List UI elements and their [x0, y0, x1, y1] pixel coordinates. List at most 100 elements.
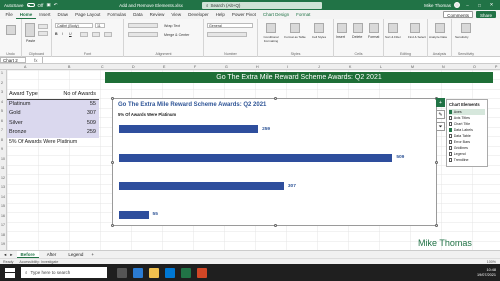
- resize-handle[interactable]: [435, 224, 438, 227]
- edge-icon[interactable]: [133, 267, 143, 278]
- next-sheet-icon[interactable]: ▸: [10, 252, 12, 258]
- bold-icon[interactable]: B: [55, 32, 58, 36]
- close-icon[interactable]: ✕: [487, 2, 496, 8]
- task-view-icon[interactable]: [117, 267, 127, 278]
- italic-icon[interactable]: I: [62, 32, 63, 36]
- resize-handle[interactable]: [274, 224, 277, 227]
- checkbox[interactable]: [449, 110, 453, 114]
- sensitivity-icon[interactable]: [461, 23, 471, 33]
- paste-icon[interactable]: [25, 23, 35, 37]
- col-p[interactable]: P: [495, 65, 497, 69]
- format-cells-icon[interactable]: [369, 23, 379, 33]
- row-17[interactable]: 17: [1, 223, 5, 227]
- row-18[interactable]: 18: [1, 233, 5, 237]
- format-as-table-icon[interactable]: [290, 23, 300, 33]
- row-12[interactable]: 12: [1, 176, 5, 180]
- windows-start-icon[interactable]: [5, 267, 15, 278]
- chart-element-trendline[interactable]: Trendline: [449, 157, 485, 163]
- data-label-silver[interactable]: 509: [396, 155, 404, 160]
- tab-format[interactable]: Format: [293, 10, 314, 19]
- fill-color-icon[interactable]: [92, 32, 100, 37]
- row-13[interactable]: 13: [1, 185, 5, 189]
- align-bottom-icons[interactable]: [128, 32, 158, 37]
- col-m[interactable]: M: [411, 65, 414, 69]
- chart-subtitle[interactable]: 5% Of Awards Were Platinum: [118, 112, 176, 117]
- system-tray[interactable]: 10:48 19/07/2021: [477, 268, 500, 278]
- resize-handle[interactable]: [274, 97, 277, 100]
- delete-cells-icon[interactable]: [353, 23, 363, 33]
- col-j[interactable]: J: [318, 65, 320, 69]
- number-format-icons[interactable]: [207, 32, 247, 37]
- col-o[interactable]: O: [473, 65, 476, 69]
- wrap-text-button[interactable]: Wrap Text: [164, 24, 180, 28]
- font-color-icon[interactable]: [104, 32, 112, 37]
- checkbox[interactable]: [449, 152, 453, 156]
- conditional-formatting-icon[interactable]: [266, 23, 276, 33]
- cut-icon[interactable]: [38, 24, 48, 29]
- data-label-gold[interactable]: 307: [288, 184, 296, 189]
- sheet-tab-legend[interactable]: Legend: [64, 251, 87, 258]
- row-11[interactable]: 11: [1, 166, 5, 170]
- tab-chart-design[interactable]: Chart Design: [259, 10, 292, 19]
- resize-handle[interactable]: [111, 97, 114, 100]
- row-6[interactable]: 6: [1, 119, 3, 123]
- percent-note-cell[interactable]: 5% Of Awards Were Platinum: [9, 139, 77, 145]
- row-16[interactable]: 16: [1, 214, 5, 218]
- bar-gold[interactable]: [119, 182, 284, 190]
- maximize-icon[interactable]: □: [475, 3, 484, 8]
- checkbox[interactable]: [449, 122, 453, 126]
- chart-title[interactable]: Go The Extra Mile Reward Scheme Awards: …: [118, 102, 266, 108]
- col-g[interactable]: G: [225, 65, 228, 69]
- analyze-data-icon[interactable]: [435, 23, 445, 33]
- file-explorer-icon[interactable]: [149, 267, 159, 278]
- col-n[interactable]: N: [442, 65, 445, 69]
- checkbox[interactable]: [449, 134, 453, 138]
- row-7[interactable]: 7: [1, 128, 3, 132]
- font-name-select[interactable]: Calibri (Body): [55, 23, 93, 28]
- bar-silver[interactable]: [119, 153, 393, 162]
- row-15[interactable]: 15: [1, 204, 5, 208]
- checkbox[interactable]: [449, 146, 453, 150]
- comments-button[interactable]: Comments: [443, 11, 473, 18]
- row-9[interactable]: 9: [1, 147, 3, 151]
- row-10[interactable]: 10: [1, 157, 5, 161]
- bar-chart[interactable]: Go The Extra Mile Reward Scheme Awards: …: [111, 97, 438, 227]
- filter-icon[interactable]: ⏷: [436, 122, 445, 131]
- tab-help[interactable]: Help: [212, 10, 228, 19]
- cell-type[interactable]: Platinum: [7, 100, 51, 110]
- brush-icon[interactable]: ✎: [436, 110, 445, 119]
- save-icon[interactable]: ▣: [46, 2, 50, 8]
- excel-icon[interactable]: [181, 267, 191, 278]
- header-count[interactable]: No of Awards: [51, 90, 99, 99]
- resize-handle[interactable]: [111, 161, 114, 164]
- row-1[interactable]: 1: [1, 71, 3, 75]
- avatar[interactable]: [454, 2, 460, 8]
- row-14[interactable]: 14: [1, 195, 5, 199]
- undo-icon[interactable]: ↶: [54, 2, 58, 8]
- tab-view[interactable]: View: [168, 10, 185, 19]
- tab-developer[interactable]: Developer: [185, 10, 213, 19]
- underline-icon[interactable]: U: [69, 32, 72, 36]
- cell-count[interactable]: 259: [51, 128, 99, 138]
- tab-insert[interactable]: Insert: [36, 10, 54, 19]
- cell-count[interactable]: 55: [51, 100, 99, 110]
- search-box[interactable]: ⌕ Search (Alt+Q): [202, 1, 322, 9]
- cell-count[interactable]: 509: [51, 119, 99, 129]
- row-4[interactable]: 4: [1, 100, 3, 104]
- cell-type[interactable]: Gold: [7, 109, 51, 119]
- checkbox[interactable]: [449, 158, 453, 162]
- row-2[interactable]: 2: [1, 81, 3, 85]
- col-d[interactable]: D: [132, 65, 135, 69]
- cell-type[interactable]: Silver: [7, 119, 51, 129]
- row-8[interactable]: 8: [1, 138, 3, 142]
- font-size-select[interactable]: 11: [95, 23, 105, 28]
- sheet-tab-after[interactable]: After: [43, 251, 61, 258]
- col-a[interactable]: A: [24, 65, 26, 69]
- resize-handle[interactable]: [435, 161, 438, 164]
- formula-input[interactable]: [41, 57, 500, 63]
- outlook-icon[interactable]: [165, 267, 175, 278]
- checkbox[interactable]: [449, 128, 453, 132]
- data-label-platinum[interactable]: 55: [153, 212, 158, 217]
- taskbar-search[interactable]: ⌕ Type here to search: [21, 267, 107, 278]
- col-e[interactable]: E: [163, 65, 165, 69]
